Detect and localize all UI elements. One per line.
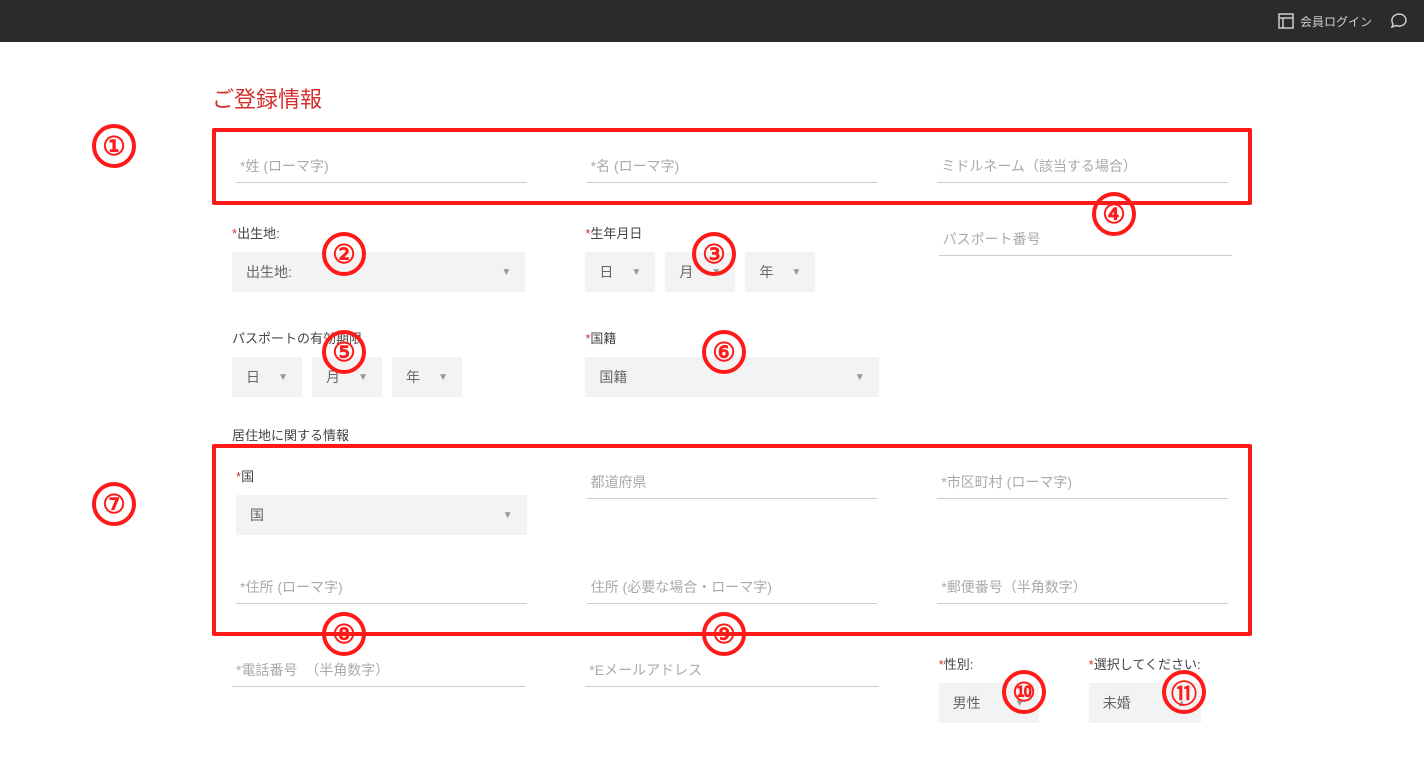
marital-label: *選択してください: (1089, 654, 1201, 673)
exp-month-select[interactable]: 月▼ (312, 357, 382, 397)
chevron-down-icon: ▼ (791, 267, 801, 278)
chevron-down-icon: ▼ (631, 267, 641, 278)
login-label: 会員ログイン (1300, 13, 1372, 30)
chevron-down-icon: ▼ (1015, 698, 1025, 709)
residence-box: *国 国▼ (212, 444, 1252, 636)
country-label: *国 (236, 466, 527, 485)
chevron-down-icon: ▼ (278, 372, 288, 383)
chat-icon[interactable] (1390, 12, 1408, 30)
member-login-link[interactable]: 会員ログイン (1278, 13, 1372, 30)
dob-label: *生年月日 (585, 223, 878, 242)
nationality-select[interactable]: 国籍▼ (585, 357, 878, 397)
exp-year-select[interactable]: 年▼ (392, 357, 462, 397)
chevron-down-icon: ▼ (711, 267, 721, 278)
marital-select[interactable]: 未婚▲ (1089, 683, 1201, 723)
given-name-input[interactable] (587, 150, 878, 183)
chevron-down-icon: ▼ (855, 372, 865, 383)
exp-day-select[interactable]: 日▼ (232, 357, 302, 397)
birth-row: *出生地: 出生地:▼ *生年月日 日▼ 月▼ 年▼ (212, 205, 1252, 310)
postal-input[interactable] (937, 571, 1228, 604)
section-title: ご登録情報 (212, 82, 1262, 114)
middle-name-input[interactable] (937, 150, 1228, 183)
layout-icon (1278, 13, 1294, 29)
chevron-down-icon: ▼ (501, 267, 511, 278)
address-input[interactable] (236, 571, 527, 604)
passport-nationality-row: パスポートの有効期限 日▼ 月▼ 年▼ *国籍 国籍▼ (212, 310, 1252, 415)
gender-label: *性別: (939, 654, 1039, 673)
phone-input[interactable] (232, 654, 525, 687)
address2-input[interactable] (587, 571, 878, 604)
annotation-1: ① (92, 124, 136, 168)
gender-select[interactable]: 男性▼ (939, 683, 1039, 723)
birthplace-select[interactable]: 出生地:▼ (232, 252, 525, 292)
form-container: ご登録情報 *出生地: 出生地:▼ *生年月日 日▼ 月▼ 年▼ (72, 42, 1352, 781)
dob-year-select[interactable]: 年▼ (745, 252, 815, 292)
passport-expiry-label: パスポートの有効期限 (232, 328, 525, 347)
chevron-down-icon: ▼ (358, 372, 368, 383)
name-row (212, 128, 1252, 205)
country-select[interactable]: 国▼ (236, 495, 527, 535)
chevron-down-icon: ▼ (438, 372, 448, 383)
contact-row: *性別: 男性▼ *選択してください: 未婚▲ (212, 636, 1252, 741)
chevron-up-icon: ▲ (1177, 698, 1187, 709)
prefecture-input[interactable] (587, 466, 878, 499)
residence-heading: 居住地に関する情報 (232, 425, 1262, 444)
city-input[interactable] (937, 466, 1228, 499)
chevron-down-icon: ▼ (503, 510, 513, 521)
email-input[interactable] (585, 654, 878, 687)
nationality-label: *国籍 (585, 328, 878, 347)
birthplace-label: *出生地: (232, 223, 525, 242)
dob-day-select[interactable]: 日▼ (585, 252, 655, 292)
top-bar: 会員ログイン (0, 0, 1424, 42)
annotation-7: ⑦ (92, 482, 136, 526)
passport-number-input[interactable] (939, 223, 1232, 256)
dob-month-select[interactable]: 月▼ (665, 252, 735, 292)
surname-input[interactable] (236, 150, 527, 183)
